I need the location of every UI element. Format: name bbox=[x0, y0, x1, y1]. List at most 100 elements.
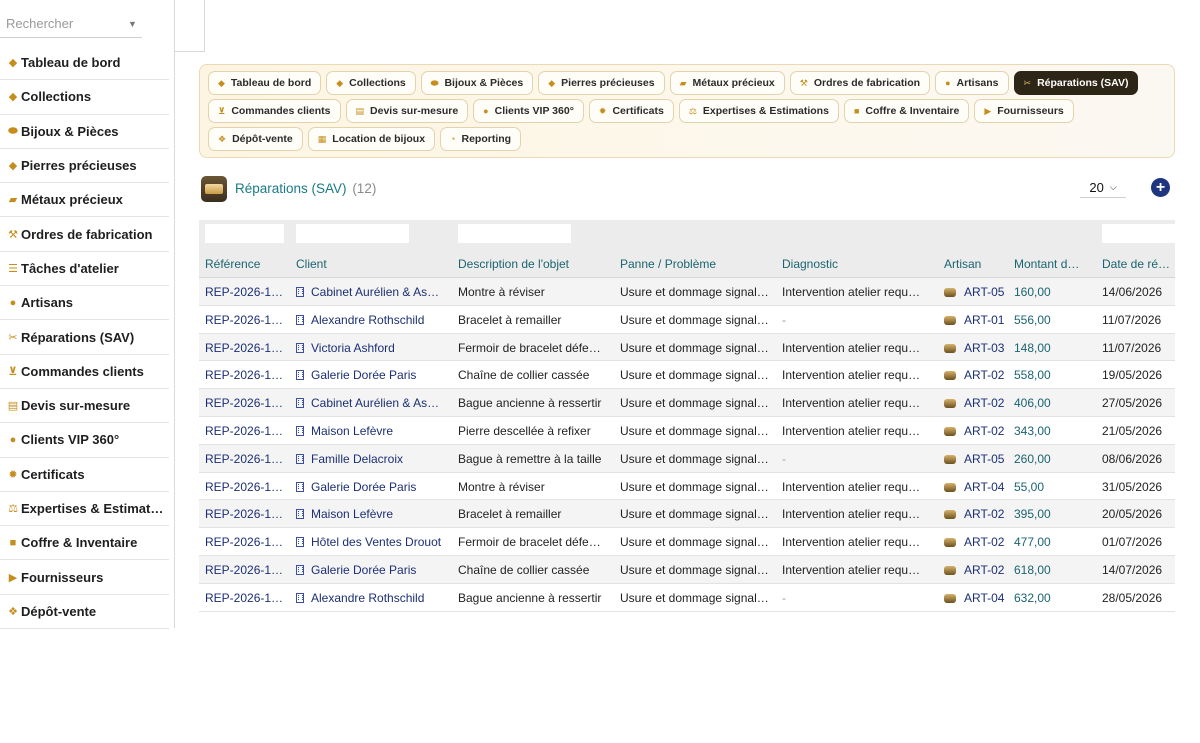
col-client-header[interactable]: Client bbox=[296, 257, 444, 271]
tab-certificats[interactable]: ✹ Certificats bbox=[588, 99, 674, 123]
sidebar-item-reparations-sav[interactable]: ✂ Réparations (SAV) bbox=[0, 320, 169, 355]
filter-client[interactable] bbox=[296, 224, 409, 243]
reference-cell[interactable]: REP-2026-1006 bbox=[205, 452, 289, 466]
sidebar-item-commandes-clients[interactable]: ⊻ Commandes clients bbox=[0, 355, 169, 389]
diagnostic-cell: - bbox=[782, 591, 922, 605]
diagnostic-cell-text: Intervention atelier requise, … bbox=[782, 423, 922, 438]
client-cell[interactable]: Victoria Ashford bbox=[296, 341, 444, 355]
sidebar-item-ordres-de-fabrication[interactable]: ⚒ Ordres de fabrication bbox=[0, 217, 169, 252]
client-cell[interactable]: Cabinet Aurélien & Asso… bbox=[296, 396, 444, 410]
tab-fournisseurs[interactable]: ▶ Fournisseurs bbox=[974, 99, 1074, 123]
diagnostic-cell-text: Intervention atelier requise, … bbox=[782, 535, 922, 550]
col-reference-header[interactable]: Référence bbox=[205, 257, 289, 271]
client-cell[interactable]: Galerie Dorée Paris bbox=[296, 368, 444, 382]
tab-bijoux-pieces[interactable]: ⬬ Bijoux & Pièces bbox=[420, 71, 534, 95]
amount-cell-text: 148,00 bbox=[1014, 340, 1051, 355]
reference-cell[interactable]: REP-2026-1001 bbox=[205, 591, 289, 605]
table-row[interactable]: REP-2026-1010 Victoria Ashford Fermoir de … bbox=[199, 333, 1175, 362]
client-cell[interactable]: Alexandre Rothschild bbox=[296, 313, 444, 327]
reference-cell[interactable]: REP-2026-1012 bbox=[205, 285, 289, 299]
filter-reference[interactable] bbox=[205, 224, 284, 243]
tab-pierres-precieuses[interactable]: ◆ Pierres précieuses bbox=[538, 71, 665, 95]
reference-cell[interactable]: REP-2026-1008 bbox=[205, 396, 289, 410]
sidebar-item-devis-sur-mesure[interactable]: ▤ Devis sur-mesure bbox=[0, 389, 169, 424]
problem-cell-text: Usure et dommage signalés… bbox=[620, 368, 770, 383]
reference-cell[interactable]: REP-2026-1005 bbox=[205, 480, 289, 494]
reference-cell[interactable]: REP-2026-1004 bbox=[205, 507, 289, 521]
tab-clients-vip-360[interactable]: ● Clients VIP 360° bbox=[473, 99, 584, 123]
sidebar-item-collections[interactable]: ◆ Collections bbox=[0, 80, 169, 115]
reference-cell[interactable]: REP-2026-1009 bbox=[205, 368, 289, 382]
sidebar-item-metaux-precieux[interactable]: ▰ Métaux précieux bbox=[0, 183, 169, 218]
table-row[interactable]: REP-2026-1007 Maison Lefèvre Pierre descel… bbox=[199, 417, 1175, 445]
col-amount-header[interactable]: Montant du … bbox=[1014, 257, 1086, 271]
table-row[interactable]: REP-2026-1005 Galerie Dorée Paris Montre à… bbox=[199, 473, 1175, 501]
tab-tableau-de-bord[interactable]: ◆ Tableau de bord bbox=[208, 71, 322, 95]
filter-date[interactable] bbox=[1102, 224, 1175, 243]
table-row[interactable]: REP-2026-1001 Alexandre Rothschild Bague a… bbox=[199, 584, 1175, 612]
tab-location-de-bijoux[interactable]: ▦ Location de bijoux bbox=[307, 127, 436, 151]
col-date-header[interactable]: Date de réce… bbox=[1102, 257, 1175, 271]
client-cell[interactable]: Famille Delacroix bbox=[296, 452, 444, 466]
sidebar-item-coffre-inventaire[interactable]: ■ Coffre & Inventaire bbox=[0, 526, 169, 561]
sidebar-item-expertises-estimat[interactable]: ⚖ Expertises & Estimat… bbox=[0, 492, 169, 527]
client-cell[interactable]: Hôtel des Ventes Drouot bbox=[296, 535, 444, 549]
client-cell[interactable]: Cabinet Aurélien & Asso… bbox=[296, 285, 444, 299]
table-row[interactable]: REP-2026-1004 Maison Lefèvre Bracelet à re… bbox=[199, 500, 1175, 529]
sidebar-item-depot-vente[interactable]: ❖ Dépôt-vente bbox=[0, 595, 169, 630]
col-artisan-header[interactable]: Artisan bbox=[944, 257, 1006, 271]
client-cell[interactable]: Alexandre Rothschild bbox=[296, 591, 444, 605]
client-cell[interactable]: Galerie Dorée Paris bbox=[296, 563, 444, 577]
sidebar-item-fournisseurs[interactable]: ▶ Fournisseurs bbox=[0, 560, 169, 595]
sidebar-item-artisans[interactable]: ● Artisans bbox=[0, 286, 169, 321]
ring-icon bbox=[944, 288, 956, 297]
col-problem-header[interactable]: Panne / Problème bbox=[620, 257, 770, 271]
tab-metaux-precieux[interactable]: ▰ Métaux précieux bbox=[669, 71, 785, 95]
col-diagnostic-header[interactable]: Diagnostic bbox=[782, 257, 922, 271]
table-row[interactable]: REP-2026-1008 Cabinet Aurélien & Asso… Bag… bbox=[199, 389, 1175, 417]
reference-cell[interactable]: REP-2026-1007 bbox=[205, 424, 289, 438]
sidebar-item-certificats[interactable]: ✹ Certificats bbox=[0, 458, 169, 492]
tab-ordres-de-fabrication[interactable]: ⚒ Ordres de fabrication bbox=[789, 71, 931, 95]
table-row[interactable]: REP-2026-1011 Alexandre Rothschild Bracele… bbox=[199, 306, 1175, 334]
client-cell[interactable]: Maison Lefèvre bbox=[296, 507, 444, 521]
date-cell-text: 20/05/2026 bbox=[1102, 507, 1163, 522]
tab-depot-vente[interactable]: ❖ Dépôt-vente bbox=[208, 127, 303, 151]
chevron-down-icon[interactable]: ▼ bbox=[128, 19, 137, 29]
table-row[interactable]: REP-2026-1003 Hôtel des Ventes Drouot Ferm… bbox=[199, 528, 1175, 556]
sidebar-item-taches-d-atelier[interactable]: ☰ Tâches d'atelier bbox=[0, 252, 169, 287]
col-description-header[interactable]: Description de l'objet bbox=[458, 257, 606, 271]
tab-coffre-inventaire[interactable]: ■ Coffre & Inventaire bbox=[843, 99, 970, 123]
lock-icon: ■ bbox=[9, 536, 17, 549]
sidebar-item-bijoux-pieces[interactable]: ⬬ Bijoux & Pièces bbox=[0, 115, 169, 149]
table-row[interactable]: REP-2026-1006 Famille Delacroix Bague à re… bbox=[199, 444, 1175, 473]
amount-cell-text: 260,00 bbox=[1014, 451, 1051, 466]
client-cell[interactable]: Maison Lefèvre bbox=[296, 424, 444, 438]
table-row[interactable]: REP-2026-1009 Galerie Dorée Paris Chaîne d… bbox=[199, 361, 1175, 390]
sidebar-item-tableau-de-bord[interactable]: ◆ Tableau de bord bbox=[0, 46, 169, 81]
table-row[interactable]: REP-2026-1012 Cabinet Aurélien & Asso… Mon… bbox=[199, 278, 1175, 306]
filter-description[interactable] bbox=[458, 224, 571, 243]
reference-cell[interactable]: REP-2026-1010 bbox=[205, 341, 289, 355]
reference-cell[interactable]: REP-2026-1002 bbox=[205, 563, 289, 577]
diagnostic-cell-text: - bbox=[782, 312, 786, 327]
tab-commandes-clients[interactable]: ⊻ Commandes clients bbox=[208, 99, 341, 123]
tab-artisans[interactable]: ● Artisans bbox=[935, 71, 1009, 95]
client-cell[interactable]: Galerie Dorée Paris bbox=[296, 480, 444, 494]
building-icon bbox=[296, 342, 304, 353]
add-record-button[interactable]: + bbox=[1151, 178, 1170, 197]
tab-reparations-sav[interactable]: ✂ Réparations (SAV) bbox=[1013, 71, 1139, 95]
sidebar-item-pierres-precieuses[interactable]: ◆ Pierres précieuses bbox=[0, 149, 169, 184]
search-input[interactable] bbox=[6, 16, 124, 31]
table-row[interactable]: REP-2026-1002 Galerie Dorée Paris Chaîne d… bbox=[199, 555, 1175, 584]
tab-expertises-estimations[interactable]: ⚖ Expertises & Estimations bbox=[678, 99, 839, 123]
diagnostic-cell: Intervention atelier requise, … bbox=[782, 368, 922, 382]
reference-cell[interactable]: REP-2026-1011 bbox=[205, 313, 289, 327]
page-size-select[interactable]: 20 ⌵ bbox=[1080, 178, 1126, 198]
tab-devis-sur-mesure[interactable]: ▤ Devis sur-mesure bbox=[345, 99, 469, 123]
reference-cell[interactable]: REP-2026-1003 bbox=[205, 535, 289, 549]
sidebar-item-clients-vip-360[interactable]: ● Clients VIP 360° bbox=[0, 423, 169, 458]
tab-reporting[interactable]: ◔ Reporting bbox=[440, 127, 522, 151]
tab-collections[interactable]: ◆ Collections bbox=[326, 71, 416, 95]
search-box[interactable]: ▼ bbox=[0, 10, 142, 38]
